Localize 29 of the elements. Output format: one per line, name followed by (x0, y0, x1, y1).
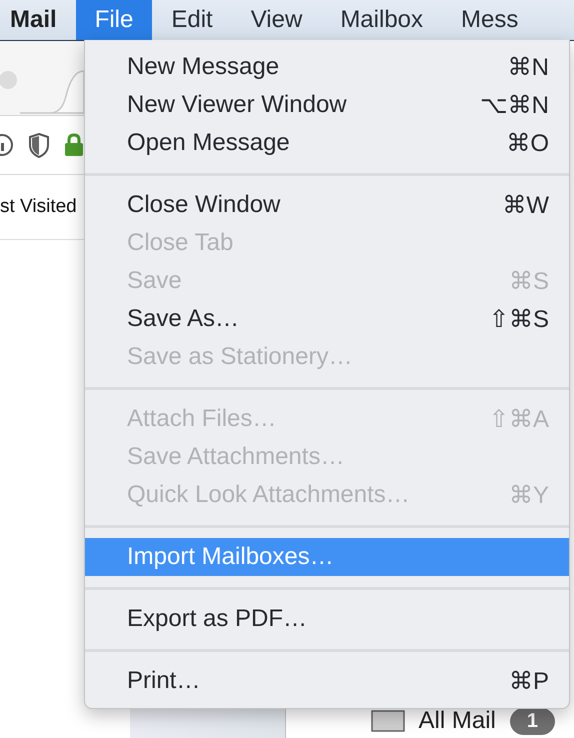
mailbox-icon (370, 710, 405, 732)
shortcut-label: ⌥⌘N (480, 90, 549, 120)
shortcut-label: ⌘N (508, 52, 549, 82)
menu-title[interactable]: Mess (442, 0, 538, 40)
menu-item[interactable]: Print… ⌘P (85, 662, 569, 700)
menu-title[interactable]: Edit (152, 0, 232, 40)
mailbox-label[interactable]: All Mail (418, 707, 496, 735)
menu-title[interactable]: File (76, 0, 152, 40)
shortcut-label: ⌘P (508, 666, 549, 696)
menu-title[interactable]: Mailbox (321, 0, 442, 40)
menu-item[interactable]: New Viewer Window ⌥⌘N (85, 86, 569, 124)
lock-icon (64, 133, 84, 157)
unread-count: 1 (510, 708, 555, 734)
info-icon (0, 133, 14, 157)
shortcut-label: ⌘W (502, 190, 549, 220)
menu-item[interactable]: Close Window ⌘W (85, 186, 569, 224)
menu-title[interactable]: View (232, 0, 322, 40)
menu-item[interactable]: Export as PDF… (85, 600, 569, 638)
shortcut-label: ⇧⌘S (488, 304, 549, 334)
menu-item[interactable]: Open Message ⌘O (85, 124, 569, 162)
menu-item[interactable]: Save As… ⇧⌘S (85, 300, 569, 338)
shortcut-label: ⇧⌘A (488, 404, 549, 434)
shortcut-label: ⌘S (508, 266, 549, 296)
app-menu[interactable]: Mail (0, 0, 76, 40)
shortcut-label: ⌘O (506, 128, 549, 158)
shortcut-label: ⌘Y (508, 480, 549, 510)
menu-item[interactable]: New Message ⌘N (85, 48, 569, 86)
bookmark-link[interactable]: st Visited (0, 196, 77, 218)
shield-icon (28, 132, 50, 158)
